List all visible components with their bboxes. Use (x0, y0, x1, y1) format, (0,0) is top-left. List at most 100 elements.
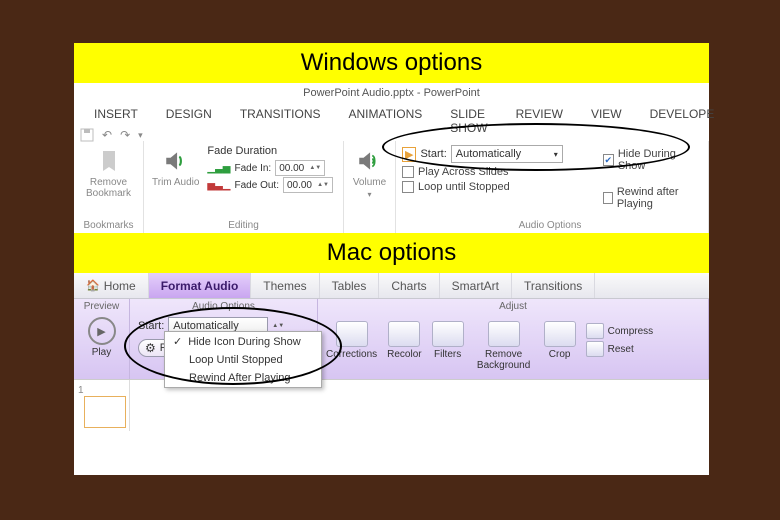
filters-button[interactable]: Filters (432, 317, 464, 360)
remove-bookmark-button: Remove Bookmark (82, 145, 135, 199)
volume-icon (356, 147, 382, 175)
reset-button[interactable]: Reset (586, 341, 654, 357)
ribbon: Remove Bookmark Bookmarks Trim Audio Fad… (74, 141, 709, 233)
corrections-label: Corrections (326, 349, 377, 360)
tab-home[interactable]: Home (74, 273, 149, 298)
remove-background-button[interactable]: Remove Background (474, 317, 534, 371)
mac-header: Mac options (74, 233, 709, 273)
thumbnail-image (84, 396, 126, 428)
trim-audio-button[interactable]: Trim Audio (152, 145, 199, 194)
stepper-icon[interactable]: ▲▼ (272, 323, 284, 330)
crop-label: Crop (549, 349, 571, 360)
fade-out-value: 00.00 (287, 180, 312, 191)
filters-label: Filters (434, 349, 461, 360)
trim-audio-label: Trim Audio (152, 177, 199, 188)
reset-label: Reset (608, 344, 634, 355)
remove-bookmark-label: Remove Bookmark (82, 177, 135, 199)
chevron-down-icon[interactable]: ▾ (367, 190, 371, 199)
recolor-label: Recolor (387, 349, 421, 360)
tab-themes[interactable]: Themes (251, 273, 319, 298)
tab-slide-show[interactable]: SLIDE SHOW (436, 101, 501, 141)
crop-icon (544, 321, 576, 347)
play-across-label: Play Across Slides (418, 166, 508, 178)
spinner-arrows-icon[interactable]: ▲▼ (317, 183, 329, 188)
chevron-down-icon[interactable]: ▾ (554, 150, 558, 159)
playback-options-menu[interactable]: ✓ Hide Icon During Show Loop Until Stoppe… (164, 331, 322, 388)
filters-icon (432, 321, 464, 347)
mac-ribbon-tabs: Home Format Audio Themes Tables Charts S… (74, 273, 709, 299)
undo-icon[interactable]: ↶ (102, 128, 112, 142)
windows-header: Windows options (74, 43, 709, 83)
play-label: Play (92, 347, 111, 358)
menu-hide-icon-label: Hide Icon During Show (188, 336, 301, 348)
tab-transitions[interactable]: TRANSITIONS (226, 101, 335, 141)
fade-out-input[interactable]: 00.00 ▲▼ (283, 177, 333, 193)
bookmarks-group-label: Bookmarks (82, 220, 135, 231)
compress-icon (586, 323, 604, 339)
tab-animations[interactable]: ANIMATIONS (334, 101, 436, 141)
editing-group-label: Editing (152, 220, 335, 231)
tab-design[interactable]: DESIGN (152, 101, 226, 141)
ribbon-tabs: INSERT DESIGN TRANSITIONS ANIMATIONS SLI… (74, 101, 709, 141)
menu-loop-label: Loop Until Stopped (189, 354, 283, 366)
corrections-button[interactable]: Corrections (326, 317, 377, 360)
play-button[interactable]: ▶ (88, 317, 116, 345)
fade-in-value: 00.00 (279, 163, 304, 174)
rewind-after-checkbox[interactable]: Rewind after Playing (603, 186, 698, 210)
check-icon: ✓ (173, 335, 182, 348)
hide-during-label: Hide During Show (618, 148, 698, 172)
tab-smartart[interactable]: SmartArt (440, 273, 512, 298)
loop-until-checkbox[interactable]: Loop until Stopped (402, 181, 563, 193)
volume-label: Volume (353, 177, 386, 188)
loop-until-label: Loop until Stopped (418, 181, 510, 193)
fade-in-input[interactable]: 00.00 ▲▼ (275, 160, 325, 176)
corrections-icon (336, 321, 368, 347)
reset-icon (586, 341, 604, 357)
fade-out-bars-icon: ▅▃▁ (207, 180, 230, 191)
windows-section: ↶ ↷ ▾ PowerPoint Audio.pptx - PowerPoint… (74, 83, 709, 233)
slide-thumbnail[interactable]: 1 (74, 380, 130, 431)
mac-start-label: Start: (138, 320, 164, 332)
menu-rewind[interactable]: Rewind After Playing (165, 369, 321, 387)
tab-review[interactable]: REVIEW (502, 101, 577, 141)
audio-options-group-label: Audio Options (402, 220, 698, 231)
fade-in-bars-icon: ▁▃▅ (207, 163, 230, 174)
rewind-after-label: Rewind after Playing (617, 186, 698, 210)
mac-audio-options-label: Audio Options (130, 301, 317, 312)
tab-transitions[interactable]: Transitions (512, 273, 595, 298)
volume-button[interactable]: Volume ▾ (353, 145, 386, 199)
compress-label: Compress (608, 326, 654, 337)
start-value: Automatically (456, 148, 521, 160)
menu-loop[interactable]: Loop Until Stopped (165, 351, 321, 369)
save-icon[interactable] (80, 128, 94, 142)
fade-duration-label: Fade Duration (207, 145, 333, 157)
tab-format-audio[interactable]: Format Audio (149, 273, 252, 298)
recolor-icon (388, 321, 420, 347)
mac-section: Home Format Audio Themes Tables Charts S… (74, 273, 709, 431)
tab-tables[interactable]: Tables (320, 273, 380, 298)
tab-view[interactable]: VIEW (577, 101, 636, 141)
slide-number: 1 (78, 385, 84, 396)
gear-icon: ⚙ (145, 341, 156, 355)
spinner-arrows-icon[interactable]: ▲▼ (309, 166, 321, 171)
compress-button[interactable]: Compress (586, 323, 654, 339)
play-across-checkbox[interactable]: Play Across Slides (402, 166, 563, 178)
quick-access-toolbar[interactable]: ↶ ↷ ▾ (80, 128, 143, 142)
tab-developer[interactable]: DEVELOPE (636, 101, 729, 141)
bookmark-icon (97, 147, 121, 175)
redo-icon[interactable]: ↷ (120, 128, 130, 142)
hide-during-checkbox[interactable]: ✔Hide During Show (603, 148, 698, 172)
recolor-button[interactable]: Recolor (387, 317, 421, 360)
preview-group-label: Preview (74, 301, 129, 312)
start-label: Start: (420, 148, 446, 160)
menu-hide-icon[interactable]: ✓ Hide Icon During Show (165, 332, 321, 351)
fade-out-label: Fade Out: (235, 180, 279, 191)
start-play-icon: ▶ (402, 147, 416, 162)
window-title: PowerPoint Audio.pptx - PowerPoint (74, 83, 709, 101)
qat-dropdown-icon[interactable]: ▾ (138, 130, 143, 141)
menu-rewind-label: Rewind After Playing (189, 372, 291, 384)
start-select[interactable]: Automatically ▾ (451, 145, 563, 163)
adjust-group-label: Adjust (318, 301, 708, 312)
tab-charts[interactable]: Charts (379, 273, 439, 298)
crop-button[interactable]: Crop (544, 317, 576, 360)
